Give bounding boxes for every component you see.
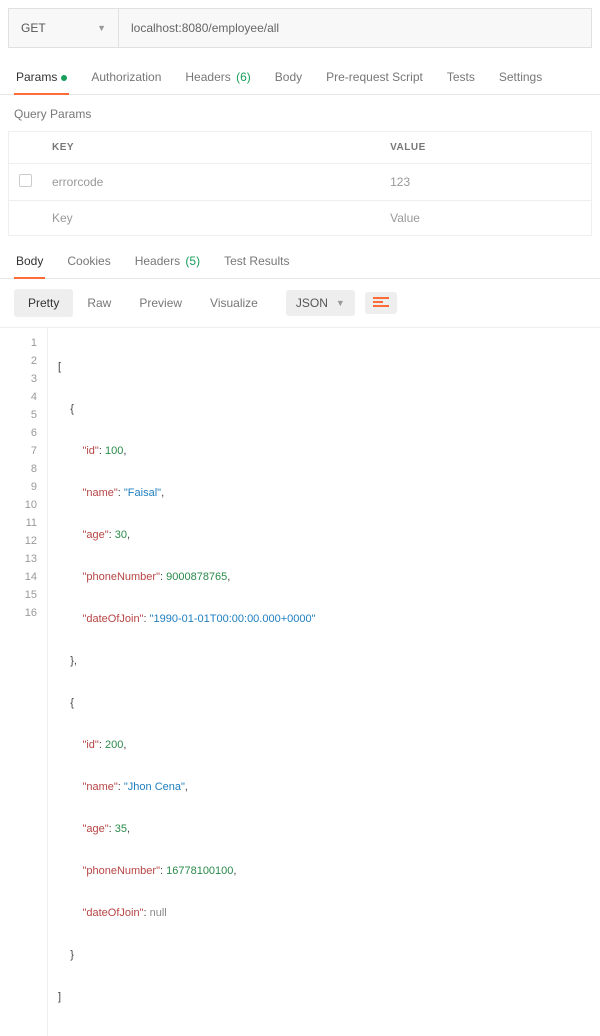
dot-indicator-icon <box>61 75 67 81</box>
query-params-table: KEY VALUE errorcode 123 Key Value <box>8 131 592 236</box>
param-value[interactable]: 123 <box>380 164 591 201</box>
format-label: JSON <box>296 296 328 310</box>
url-text: localhost:8080/employee/all <box>131 21 279 35</box>
tab-headers-label: Headers <box>185 70 230 84</box>
chevron-down-icon: ▼ <box>97 23 106 33</box>
tab-body[interactable]: Body <box>273 62 304 94</box>
visualize-button[interactable]: Visualize <box>196 289 272 317</box>
response-toolbar: Pretty Raw Preview Visualize JSON ▼ <box>0 279 600 328</box>
tab-resp-cookies[interactable]: Cookies <box>65 250 112 278</box>
format-dropdown[interactable]: JSON ▼ <box>286 290 355 316</box>
wrap-icon <box>373 297 389 309</box>
chevron-down-icon: ▼ <box>336 298 345 308</box>
tab-headers[interactable]: Headers (6) <box>183 62 252 94</box>
param-key[interactable]: errorcode <box>42 164 380 201</box>
col-value: VALUE <box>380 132 591 164</box>
tab-resp-testresults[interactable]: Test Results <box>222 250 291 278</box>
code-content[interactable]: [ { "id": 100, "name": "Faisal", "age": … <box>48 328 600 1036</box>
table-row[interactable]: Key Value <box>9 201 592 236</box>
view-mode-segment: Pretty Raw Preview Visualize <box>14 289 272 317</box>
tab-resp-headers-count: (5) <box>185 254 200 268</box>
request-tabs: Params Authorization Headers (6) Body Pr… <box>0 62 600 95</box>
request-bar: GET ▼ localhost:8080/employee/all <box>8 8 592 48</box>
tab-params[interactable]: Params <box>14 62 69 94</box>
response-body: 12345678910111213141516 [ { "id": 100, "… <box>0 328 600 1036</box>
url-input[interactable]: localhost:8080/employee/all <box>119 9 591 47</box>
param-value-placeholder[interactable]: Value <box>380 201 591 236</box>
method-dropdown[interactable]: GET ▼ <box>9 9 119 47</box>
tab-prerequest[interactable]: Pre-request Script <box>324 62 425 94</box>
col-key: KEY <box>42 132 380 164</box>
wrap-lines-button[interactable] <box>365 292 397 314</box>
raw-button[interactable]: Raw <box>73 289 125 317</box>
param-key-placeholder[interactable]: Key <box>42 201 380 236</box>
tab-tests[interactable]: Tests <box>445 62 477 94</box>
pretty-button[interactable]: Pretty <box>14 289 73 317</box>
tab-resp-headers[interactable]: Headers (5) <box>133 250 202 278</box>
tab-resp-headers-label: Headers <box>135 254 180 268</box>
tab-resp-body[interactable]: Body <box>14 250 45 278</box>
query-params-title: Query Params <box>0 95 600 131</box>
tab-authorization[interactable]: Authorization <box>89 62 163 94</box>
preview-button[interactable]: Preview <box>125 289 196 317</box>
table-row[interactable]: errorcode 123 <box>9 164 592 201</box>
line-gutter: 12345678910111213141516 <box>0 328 48 1036</box>
tab-params-label: Params <box>16 70 57 84</box>
method-label: GET <box>21 21 46 35</box>
response-tabs: Body Cookies Headers (5) Test Results <box>0 236 600 279</box>
checkbox-icon[interactable] <box>19 174 32 187</box>
tab-settings[interactable]: Settings <box>497 62 544 94</box>
tab-headers-count: (6) <box>236 70 251 84</box>
